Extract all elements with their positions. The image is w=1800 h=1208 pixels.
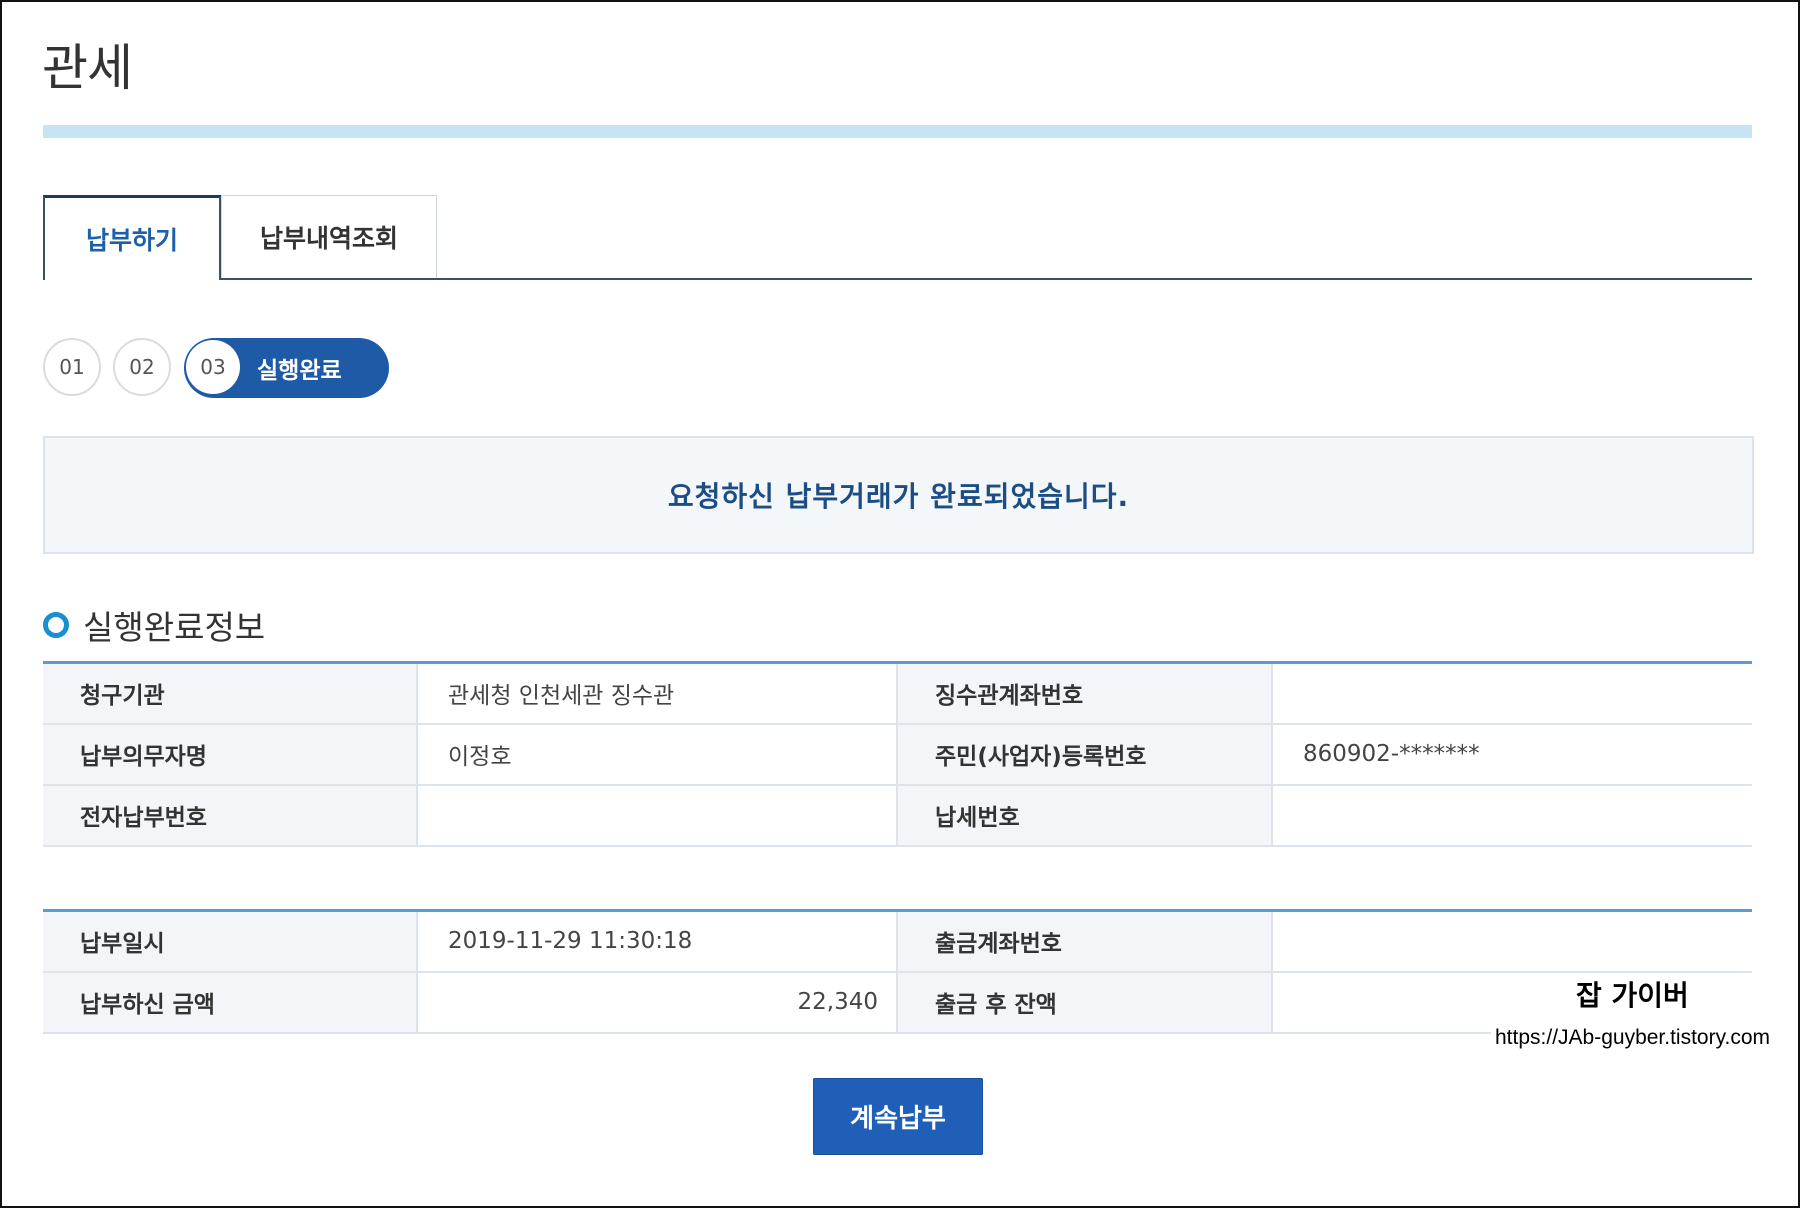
value-taxpayer-name: 이정호 bbox=[416, 723, 898, 786]
page-frame: 관세 납부하기 납부내역조회 01 02 03 실행완료 요청하신 납부거래가 … bbox=[0, 0, 1800, 1208]
payment-info-table: 납부일시 2019-11-29 11:30:18 출금계좌번호 납부하신 금액 … bbox=[43, 909, 1752, 1034]
continue-payment-button[interactable]: 계속납부 bbox=[813, 1078, 983, 1155]
section-heading: 실행완료정보 bbox=[43, 602, 265, 648]
table-row: 청구기관 관세청 인천세관 징수관 징수관계좌번호 bbox=[43, 662, 1752, 725]
value-registration-number: 860902-******* bbox=[1271, 723, 1752, 786]
table-row: 납부의무자명 이정호 주민(사업자)등록번호 860902-******* bbox=[43, 723, 1752, 786]
circle-bullet-icon bbox=[43, 612, 69, 638]
page-title: 관세 bbox=[42, 39, 133, 97]
table-row: 전자납부번호 납세번호 bbox=[43, 784, 1752, 847]
label-withdrawal-account: 출금계좌번호 bbox=[897, 910, 1272, 973]
tab-bar: 납부하기 납부내역조회 bbox=[43, 195, 1752, 280]
tab-payment-history[interactable]: 납부내역조회 bbox=[221, 195, 437, 278]
step-03-current: 03 실행완료 bbox=[184, 338, 389, 398]
step-03-number: 03 bbox=[186, 340, 240, 394]
value-electronic-payment-number bbox=[416, 784, 898, 847]
value-paid-amount: 22,340 bbox=[416, 971, 898, 1034]
value-tax-number bbox=[1271, 784, 1752, 847]
step-01: 01 bbox=[43, 338, 101, 396]
label-registration-number: 주민(사업자)등록번호 bbox=[897, 723, 1272, 786]
value-collector-account bbox=[1271, 662, 1752, 725]
label-billing-agency: 청구기관 bbox=[43, 662, 417, 725]
watermark-title: 잡 가이버 bbox=[1576, 979, 1689, 1012]
title-underline-bar bbox=[43, 125, 1752, 138]
completion-notice: 요청하신 납부거래가 완료되었습니다. bbox=[43, 436, 1754, 554]
label-balance-after-withdrawal: 출금 후 잔액 bbox=[897, 971, 1272, 1034]
step-03-label: 실행완료 bbox=[257, 358, 342, 384]
value-withdrawal-account bbox=[1271, 910, 1752, 973]
value-payment-datetime: 2019-11-29 11:30:18 bbox=[416, 910, 898, 973]
table-row: 납부일시 2019-11-29 11:30:18 출금계좌번호 bbox=[43, 910, 1752, 973]
tab-payment[interactable]: 납부하기 bbox=[43, 195, 221, 280]
label-taxpayer-name: 납부의무자명 bbox=[43, 723, 417, 786]
section-title: 실행완료정보 bbox=[83, 608, 266, 647]
label-electronic-payment-number: 전자납부번호 bbox=[43, 784, 417, 847]
label-collector-account: 징수관계좌번호 bbox=[897, 662, 1272, 725]
label-tax-number: 납세번호 bbox=[897, 784, 1272, 847]
value-billing-agency: 관세청 인천세관 징수관 bbox=[416, 662, 898, 725]
completion-info-table: 청구기관 관세청 인천세관 징수관 징수관계좌번호 납부의무자명 이정호 주민(… bbox=[43, 661, 1752, 847]
tab-bar-line bbox=[43, 278, 1752, 280]
step-02: 02 bbox=[113, 338, 171, 396]
label-paid-amount: 납부하신 금액 bbox=[43, 971, 417, 1034]
watermark-url: https://JAb-guyber.tistory.com bbox=[1491, 1024, 1775, 1052]
label-payment-datetime: 납부일시 bbox=[43, 910, 417, 973]
